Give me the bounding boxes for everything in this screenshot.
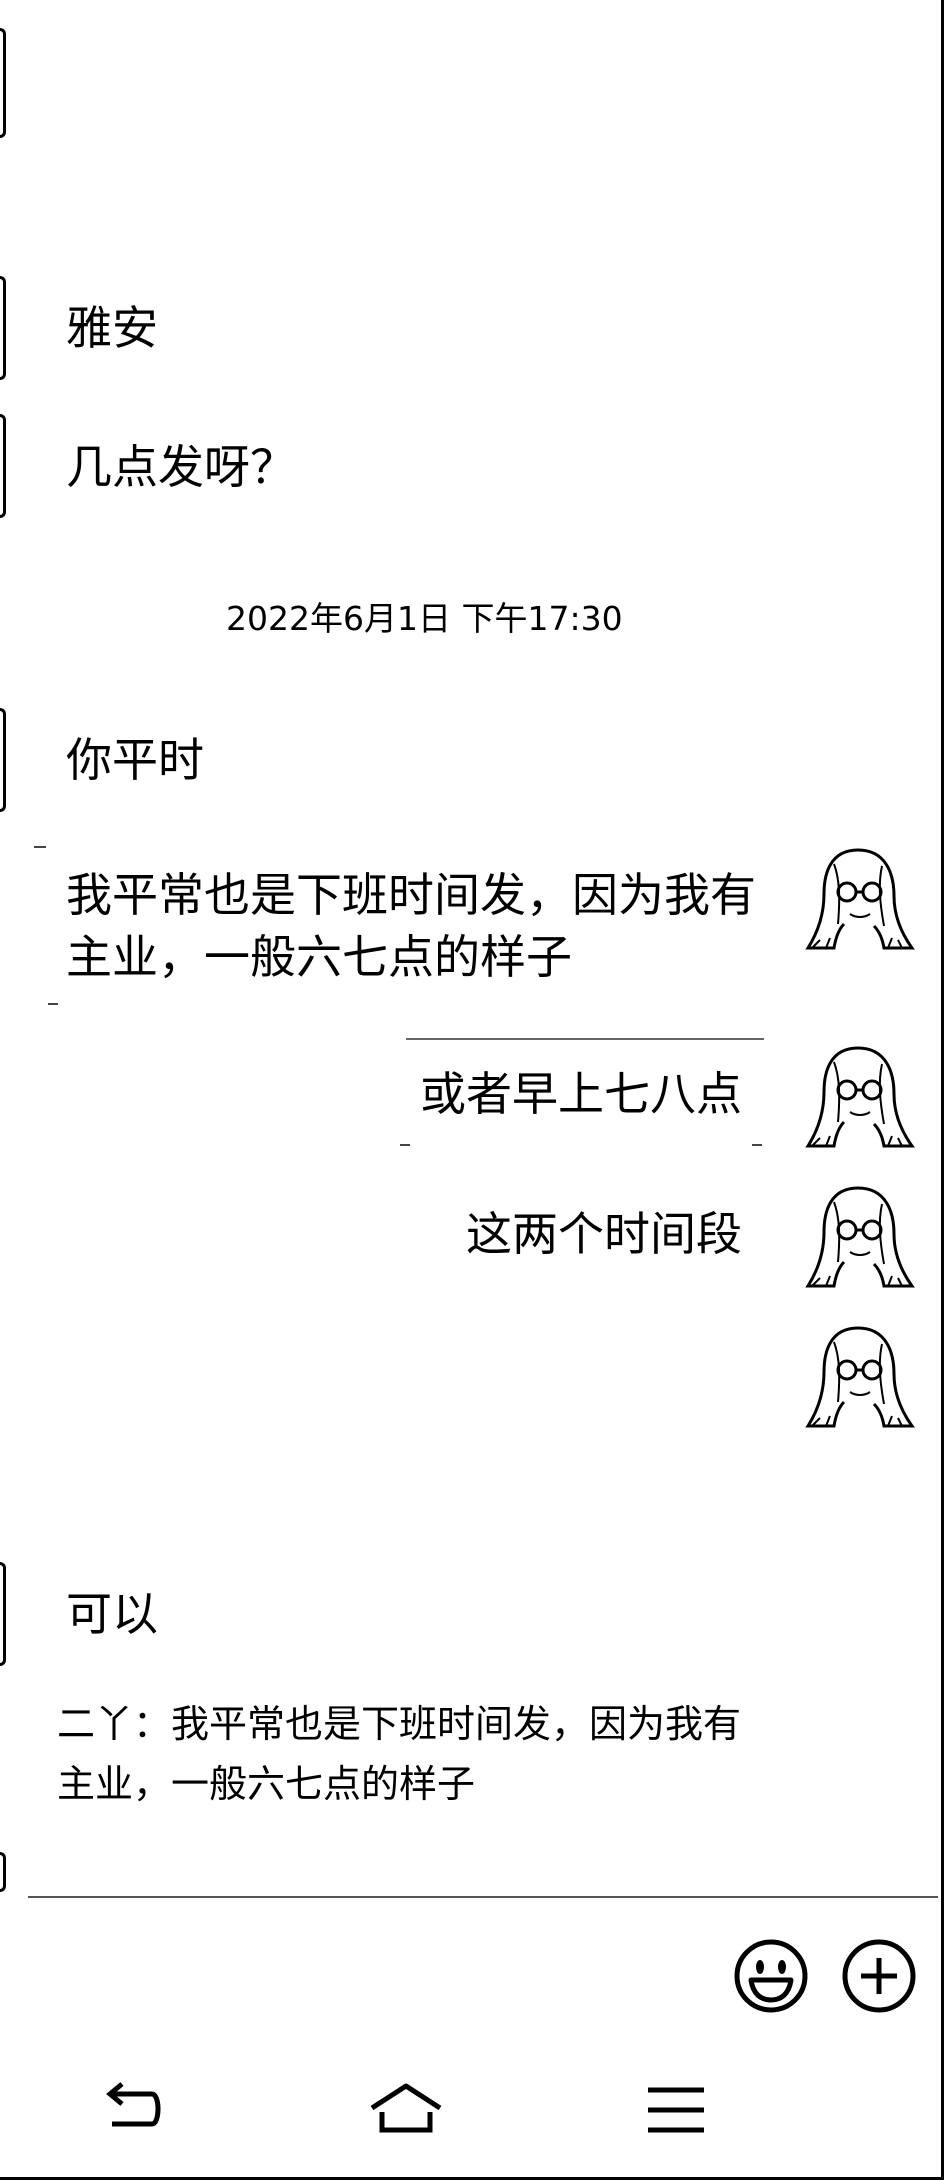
plus-circle-icon[interactable] <box>841 1938 917 2014</box>
message-text: 雅安 <box>66 301 158 355</box>
avatar-edge-left <box>0 1562 6 1666</box>
avatar-edge-left <box>0 708 6 812</box>
message-text: 这两个时间段 <box>466 1207 742 1261</box>
menu-icon[interactable] <box>638 2080 714 2140</box>
chat-timestamp: 2022年6月1日 下午17:30 <box>226 599 623 638</box>
avatar-edge-left <box>0 1852 6 1892</box>
message-text: 我平常也是下班时间发，因为我有主业，一般六七点的样子 <box>66 868 756 984</box>
message-incoming[interactable]: 你平时 <box>66 730 204 790</box>
message-text: 或者早上七八点 <box>420 1067 742 1121</box>
avatar-edge-left <box>0 28 6 138</box>
bubble-corner-mark <box>752 1144 762 1146</box>
user-avatar[interactable] <box>800 1042 916 1152</box>
quoted-message-text: 二丫：我平常也是下班时间发，因为我有主业，一般六七点的样子 <box>57 1702 742 1806</box>
message-incoming[interactable]: 可以 <box>66 1584 158 1644</box>
user-avatar[interactable] <box>800 844 916 954</box>
user-avatar[interactable] <box>800 1322 916 1432</box>
bubble-corner-mark <box>400 1144 410 1146</box>
message-text: 你平时 <box>66 733 204 787</box>
chat-input-bar <box>0 1897 941 2027</box>
user-avatar[interactable] <box>800 1182 916 1292</box>
emoji-smile-icon[interactable] <box>733 1938 809 2014</box>
quoted-message[interactable]: 二丫：我平常也是下班时间发，因为我有主业，一般六七点的样子 <box>57 1694 777 1814</box>
message-outgoing[interactable]: 或者早上七八点 <box>322 1064 742 1124</box>
message-outgoing[interactable]: 我平常也是下班时间发，因为我有主业，一般六七点的样子 <box>66 864 766 988</box>
bubble-corner-mark <box>34 846 46 848</box>
avatar-edge-left <box>0 276 6 380</box>
avatar-edge-left <box>0 414 6 518</box>
message-incoming[interactable]: 雅安 <box>66 298 158 358</box>
message-text: 可以 <box>66 1587 158 1641</box>
bubble-top-edge <box>406 1038 764 1040</box>
message-text: 几点发呀？ <box>66 440 296 494</box>
home-icon[interactable] <box>368 2080 444 2140</box>
back-arrow-icon[interactable] <box>98 2080 174 2140</box>
message-incoming[interactable]: 几点发呀？ <box>66 437 296 497</box>
message-outgoing[interactable]: 这两个时间段 <box>322 1204 742 1264</box>
bubble-corner-mark <box>48 1003 58 1005</box>
